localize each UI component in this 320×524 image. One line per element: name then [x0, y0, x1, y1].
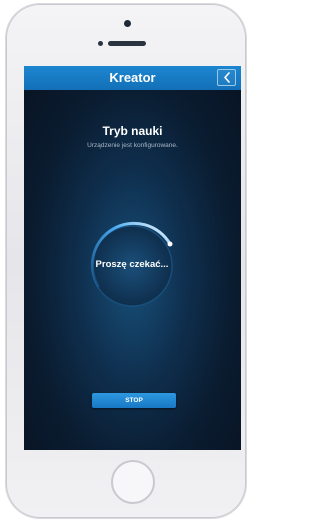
chevron-left-icon: [224, 72, 230, 83]
front-camera: [124, 20, 131, 27]
app-screen: Kreator Tryb nauki Urządzenie jest konfi…: [24, 66, 241, 450]
stop-button[interactable]: STOP: [92, 393, 176, 408]
proximity-sensor: [98, 41, 103, 46]
phone-frame: Kreator Tryb nauki Urządzenie jest konfi…: [6, 4, 246, 518]
please-wait-label: Proszę czekać...: [95, 259, 169, 270]
mode-subtitle: Urządzenie jest konfigurowane.: [87, 142, 178, 149]
page-title: Kreator: [109, 70, 156, 85]
mode-title: Tryb nauki: [102, 124, 163, 138]
loading-spinner: Proszę czekać...: [82, 216, 182, 316]
earpiece-speaker: [108, 41, 146, 46]
back-button[interactable]: [217, 69, 236, 86]
navigation-bar: Kreator: [24, 66, 241, 90]
home-button[interactable]: [111, 460, 155, 504]
